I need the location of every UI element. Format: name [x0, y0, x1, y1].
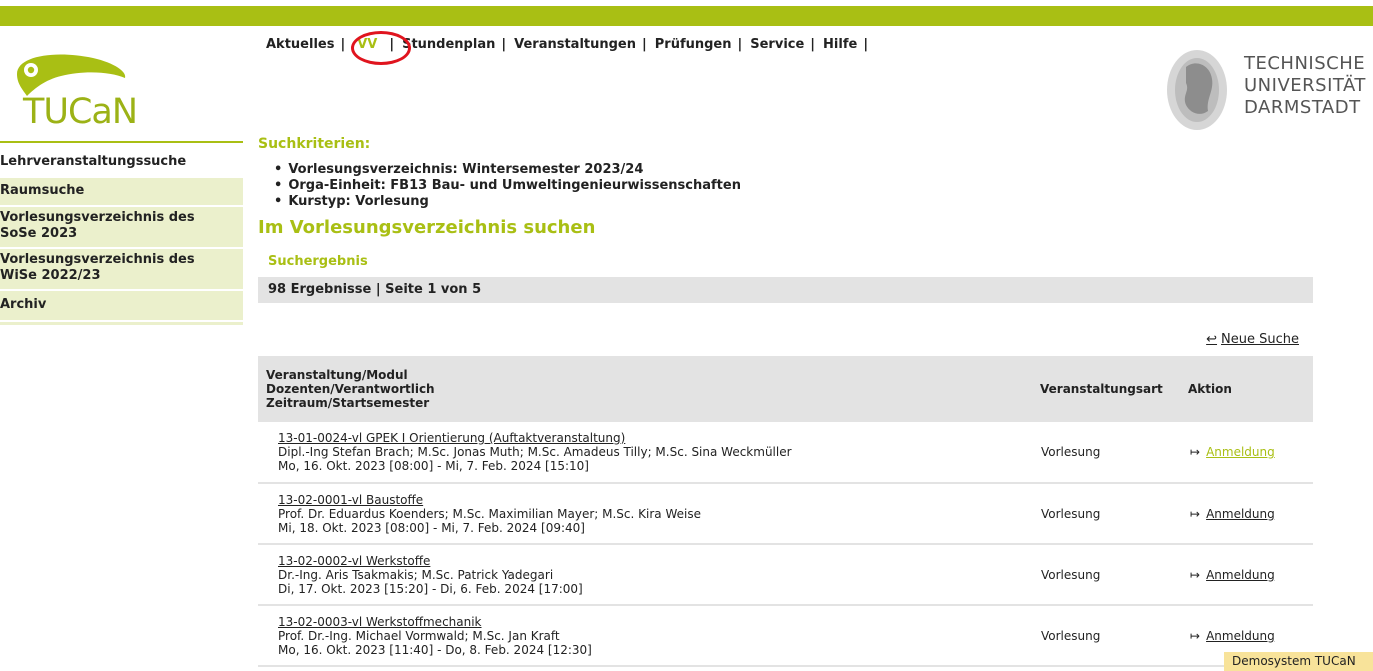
- results-table: Veranstaltung/Modul Dozenten/Verantwortl…: [258, 356, 1313, 667]
- nav-separator: |: [863, 37, 869, 52]
- sidebar-item-archiv[interactable]: Archiv: [0, 291, 243, 320]
- course-title-link[interactable]: 13-01-0024-vl GPEK I Orientierung (Aufta…: [278, 431, 625, 445]
- athena-seal-icon: [1167, 50, 1227, 130]
- course-period: Di, 17. Okt. 2023 [15:20] - Di, 6. Feb. …: [278, 581, 583, 596]
- sidebar-item-lehrveranstaltungssuche[interactable]: Lehrveranstaltungssuche: [0, 148, 243, 176]
- register-arrow-icon: ↦: [1190, 506, 1201, 521]
- course-type: Vorlesung: [1032, 422, 1180, 484]
- back-arrow-icon: ↩: [1206, 332, 1218, 347]
- sidebar-item-vv-wise-2022[interactable]: Vorlesungsverzeichnis des WiSe 2022/23: [0, 249, 243, 289]
- header-type: Veranstaltungsart: [1032, 356, 1180, 422]
- highlight-circle: [351, 31, 411, 65]
- course-type: Vorlesung: [1032, 605, 1180, 667]
- action-cell: ↦ Anmeldung: [1180, 544, 1313, 606]
- table-row: 13-02-0003-vl Werkstoffmechanik Prof. Dr…: [258, 605, 1313, 667]
- register-arrow-icon: ↦: [1190, 628, 1201, 643]
- course-title-link[interactable]: 13-02-0002-vl Werkstoffe: [278, 554, 430, 568]
- main-content: Suchkriterien: Vorlesungsverzeichnis: Wi…: [258, 136, 1313, 667]
- page-title: Im Vorlesungsverzeichnis suchen: [258, 217, 596, 238]
- tud-line3: DARMSTADT: [1244, 97, 1361, 118]
- top-brand-bar: [0, 6, 1373, 26]
- nav-separator: |: [642, 37, 647, 52]
- nav-stundenplan[interactable]: Stundenplan: [402, 37, 495, 52]
- course-lecturers: Prof. Dr.-Ing. Michael Vormwald; M.Sc. J…: [278, 628, 560, 643]
- results-count: 98 Ergebnisse | Seite 1 von 5: [258, 277, 1313, 303]
- course-period: Mi, 18. Okt. 2023 [08:00] - Mi, 7. Feb. …: [278, 520, 585, 535]
- nav-pruefungen[interactable]: Prüfungen: [655, 37, 732, 52]
- sidebar-item-vv-sose-2023[interactable]: Vorlesungsverzeichnis des SoSe 2023: [0, 207, 243, 247]
- criteria-list: Vorlesungsverzeichnis: Wintersemester 20…: [274, 162, 1313, 210]
- sidebar-item-raumsuche[interactable]: Raumsuche: [0, 178, 243, 205]
- register-link[interactable]: Anmeldung: [1206, 445, 1275, 459]
- criteria-heading: Suchkriterien:: [258, 136, 371, 152]
- register-arrow-icon: ↦: [1190, 445, 1201, 459]
- tu-darmstadt-logo-text: TECHNISCHE UNIVERSITÄT DARMSTADT: [1244, 53, 1366, 119]
- course-type: Vorlesung: [1032, 483, 1180, 545]
- logo-divider: [0, 141, 243, 143]
- new-search-label: Neue Suche: [1221, 332, 1299, 347]
- register-arrow-icon: ↦: [1190, 567, 1201, 582]
- table-header-row: Veranstaltung/Modul Dozenten/Verantwortl…: [258, 356, 1313, 422]
- register-link[interactable]: Anmeldung: [1206, 507, 1275, 521]
- action-cell: ↦ Anmeldung: [1180, 483, 1313, 545]
- criteria-item: Kurstyp: Vorlesung: [274, 194, 1313, 210]
- tucan-logo[interactable]: TUCaN: [15, 50, 175, 136]
- results-heading: Suchergebnis: [268, 254, 368, 269]
- action-cell: ↦ Anmeldung: [1180, 422, 1313, 484]
- nav-separator: |: [810, 37, 816, 52]
- course-cell: 13-01-0024-vl GPEK I Orientierung (Aufta…: [258, 422, 1032, 484]
- sidebar: Lehrveranstaltungssuche Raumsuche Vorles…: [0, 148, 243, 325]
- course-cell: 13-02-0003-vl Werkstoffmechanik Prof. Dr…: [258, 605, 1032, 667]
- course-cell: 13-02-0002-vl Werkstoffe Dr.-Ing. Aris T…: [258, 544, 1032, 606]
- nav-veranstaltungen[interactable]: Veranstaltungen: [514, 37, 636, 52]
- criteria-item: Orga-Einheit: FB13 Bau- und Umweltingeni…: [274, 178, 1313, 194]
- register-link[interactable]: Anmeldung: [1206, 629, 1275, 643]
- table-row: 13-01-0024-vl GPEK I Orientierung (Aufta…: [258, 422, 1313, 484]
- course-period: Mo, 16. Okt. 2023 [08:00] - Mi, 7. Feb. …: [278, 459, 589, 473]
- nav-service[interactable]: Service: [750, 37, 804, 52]
- nav-hilfe[interactable]: Hilfe: [823, 37, 857, 52]
- course-title-link[interactable]: 13-02-0003-vl Werkstoffmechanik: [278, 615, 482, 629]
- nav-aktuelles[interactable]: Aktuelles: [266, 37, 334, 52]
- course-title-link[interactable]: 13-02-0001-vl Baustoffe: [278, 493, 423, 507]
- logo-text: TUCaN: [23, 92, 138, 132]
- course-type: Vorlesung: [1032, 544, 1180, 606]
- course-lecturers: Prof. Dr. Eduardus Koenders; M.Sc. Maxim…: [278, 506, 701, 521]
- course-lecturers: Dr.-Ing. Aris Tsakmakis; M.Sc. Patrick Y…: [278, 567, 554, 582]
- table-row: 13-02-0001-vl Baustoffe Prof. Dr. Eduard…: [258, 483, 1313, 545]
- table-row: 13-02-0002-vl Werkstoffe Dr.-Ing. Aris T…: [258, 544, 1313, 606]
- header-course-line3: Zeitraum/Startsemester: [266, 396, 430, 410]
- course-cell: 13-02-0001-vl Baustoffe Prof. Dr. Eduard…: [258, 483, 1032, 545]
- course-lecturers: Dipl.-Ing Stefan Brach; M.Sc. Jonas Muth…: [278, 445, 792, 459]
- header-action: Aktion: [1180, 356, 1313, 422]
- tud-line1: TECHNISCHE: [1244, 53, 1366, 74]
- course-period: Mo, 16. Okt. 2023 [11:40] - Do, 8. Feb. …: [278, 642, 592, 657]
- header-course-line1: Veranstaltung/Modul: [266, 368, 408, 382]
- criteria-item: Vorlesungsverzeichnis: Wintersemester 20…: [274, 162, 1313, 178]
- demo-tooltip: Demosystem TUCaN: [1224, 652, 1373, 671]
- header-course: Veranstaltung/Modul Dozenten/Verantwortl…: [258, 356, 1032, 422]
- sidebar-divider: [0, 322, 243, 325]
- nav-separator: |: [737, 37, 743, 52]
- register-link[interactable]: Anmeldung: [1206, 568, 1275, 582]
- nav-separator: |: [340, 37, 346, 52]
- tud-line2: UNIVERSITÄT: [1244, 75, 1366, 96]
- nav-separator: |: [501, 37, 507, 52]
- new-search-link[interactable]: ↩ Neue Suche: [1206, 332, 1299, 347]
- header-course-line2: Dozenten/Verantwortlich: [266, 382, 435, 396]
